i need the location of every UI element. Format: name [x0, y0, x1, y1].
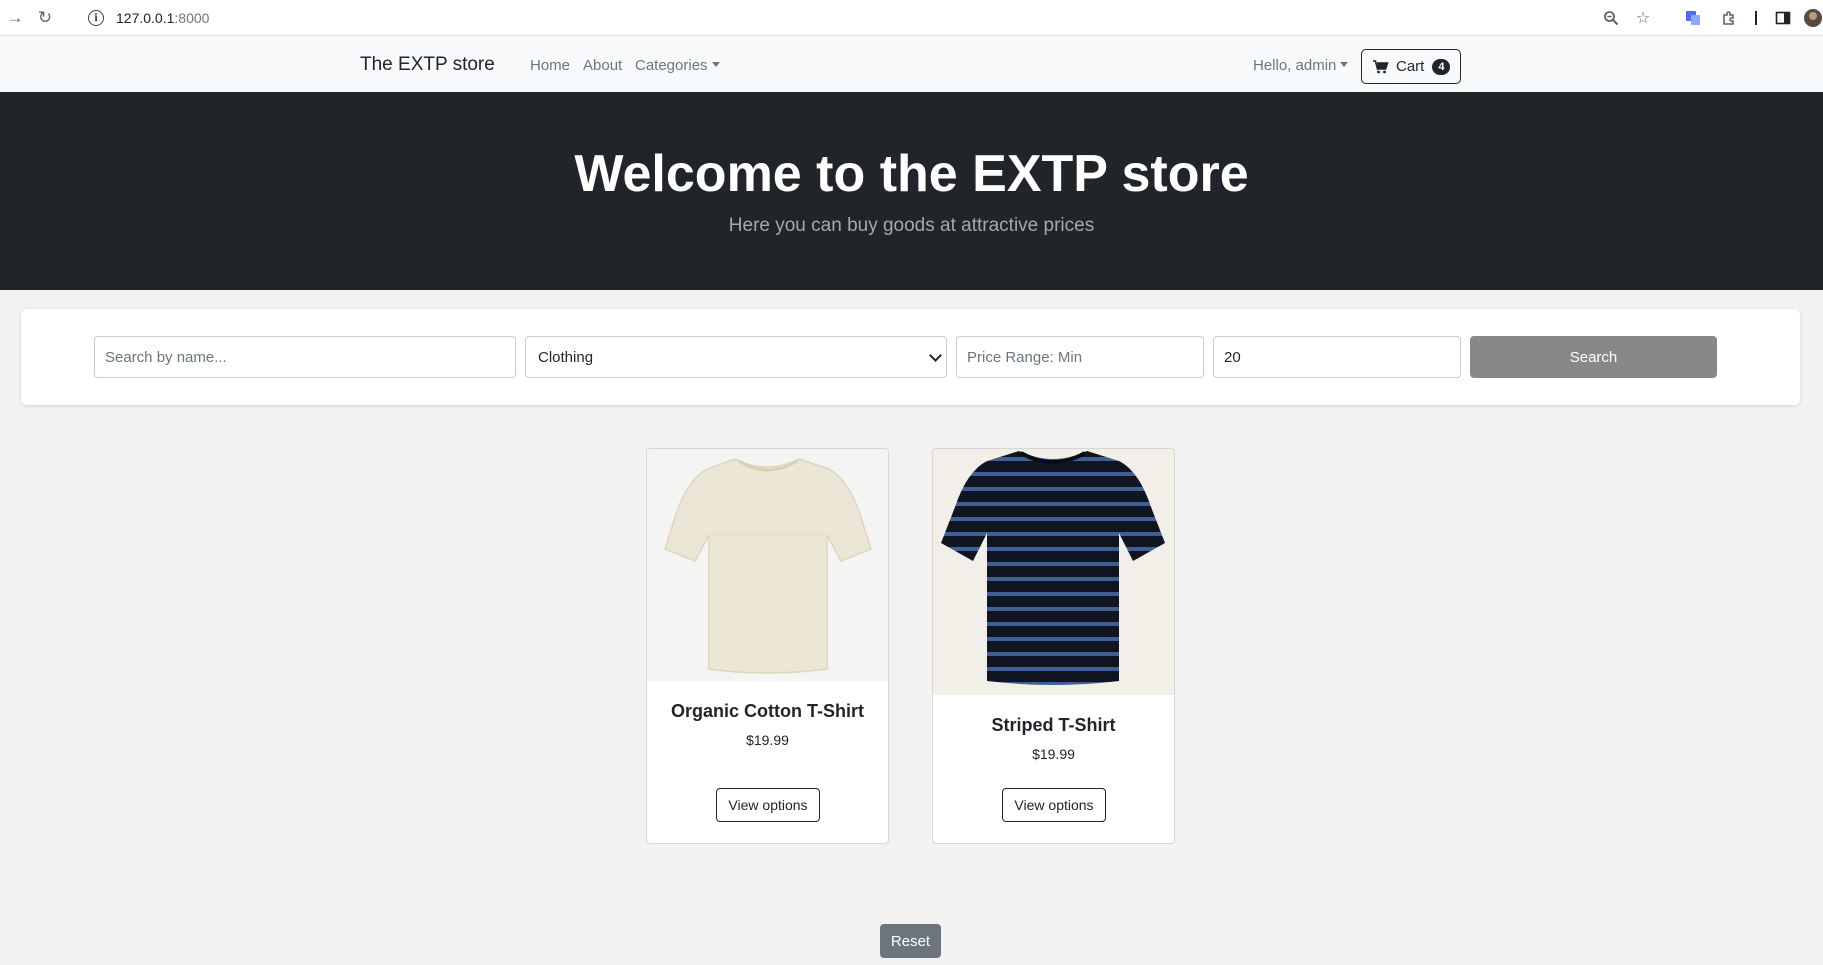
nav-categories-dropdown[interactable]: Categories: [635, 57, 720, 74]
chevron-down-icon: [929, 349, 942, 362]
search-name-placeholder: Search by name...: [105, 348, 227, 366]
categories-label: Categories: [635, 57, 708, 74]
price-min-input[interactable]: Price Range: Min: [956, 336, 1204, 378]
reload-icon[interactable]: ↻: [34, 7, 56, 29]
view-options-button[interactable]: View options: [716, 788, 820, 822]
separator-icon: [1746, 8, 1766, 28]
striped-tshirt-image: [933, 449, 1174, 695]
search-panel: Search by name... Clothing Price Range: …: [21, 309, 1800, 405]
category-selected-value: Clothing: [538, 348, 594, 366]
price-min-placeholder: Price Range: Min: [967, 348, 1083, 366]
user-menu-dropdown[interactable]: Hello, admin: [1253, 57, 1349, 74]
price-max-input[interactable]: 20: [1213, 336, 1461, 378]
search-name-input[interactable]: Search by name...: [94, 336, 516, 378]
zoom-icon[interactable]: [1601, 8, 1621, 28]
product-card: Striped T-Shirt $19.99 View options: [932, 448, 1175, 844]
product-price: $19.99: [1032, 746, 1075, 762]
bookmark-star-icon[interactable]: ☆: [1633, 8, 1653, 28]
address-bar[interactable]: i 127.0.0.1:8000: [78, 4, 1670, 32]
forward-icon[interactable]: →: [4, 7, 26, 29]
chevron-down-icon: [1340, 62, 1349, 67]
browser-toolbar: → ↻ i 127.0.0.1:8000 ☆: [0, 0, 1823, 36]
hero-subtitle: Here you can buy goods at attractive pri…: [728, 215, 1095, 236]
cart-label: Cart: [1396, 58, 1425, 75]
extensions-icon[interactable]: [1719, 8, 1739, 28]
nav-home-link[interactable]: Home: [530, 57, 570, 74]
organic-tshirt-image: [647, 449, 888, 681]
site-navbar: The EXTP store Home About Categories Hel…: [0, 36, 1823, 92]
cart-button[interactable]: Cart 4: [1361, 49, 1461, 84]
side-panel-icon[interactable]: [1773, 8, 1793, 28]
hero-title: Welcome to the EXTP store: [574, 145, 1249, 203]
reset-button[interactable]: Reset: [880, 924, 941, 958]
nav-about-link[interactable]: About: [583, 57, 622, 74]
product-name: Striped T-Shirt: [991, 715, 1116, 735]
price-max-value: 20: [1224, 348, 1241, 366]
url-text: 127.0.0.1:8000: [116, 10, 210, 26]
chevron-down-icon: [711, 62, 720, 67]
product-price: $19.99: [746, 732, 789, 748]
category-select[interactable]: Clothing: [525, 336, 947, 378]
brand-link[interactable]: The EXTP store: [360, 54, 495, 76]
view-options-button[interactable]: View options: [1002, 788, 1106, 822]
translate-extension-icon[interactable]: [1683, 8, 1703, 28]
search-button[interactable]: Search: [1470, 336, 1717, 378]
user-greeting: Hello, admin: [1253, 57, 1337, 74]
site-info-icon[interactable]: i: [88, 10, 104, 26]
product-card: Organic Cotton T-Shirt $19.99 View optio…: [646, 448, 889, 844]
product-name: Organic Cotton T-Shirt: [671, 701, 864, 721]
cart-count-badge: 4: [1432, 58, 1451, 75]
hero-banner: Welcome to the EXTP store Here you can b…: [0, 92, 1823, 290]
profile-avatar[interactable]: [1803, 8, 1823, 28]
cart-icon: [1373, 59, 1389, 73]
